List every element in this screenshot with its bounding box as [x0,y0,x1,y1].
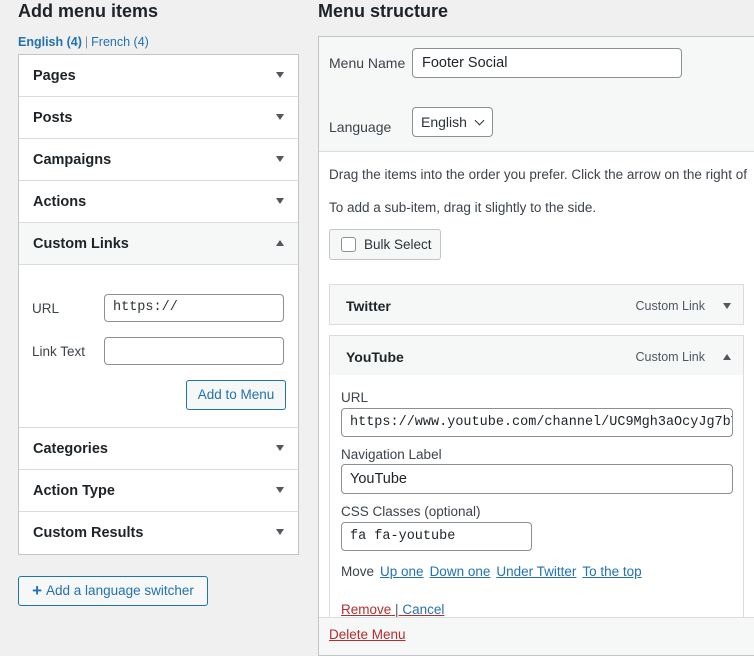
menu-name-input[interactable]: Footer Social [412,48,682,78]
language-select-value: English [421,114,467,130]
tab-french[interactable]: French (4) [91,35,149,49]
menu-name-label: Menu Name [329,55,406,71]
caret-down-icon [276,445,284,451]
move-label: Move [341,564,375,579]
accordion-custom-results-title: Custom Results [33,525,144,541]
caret-up-icon [276,240,284,246]
accordion-pages[interactable]: Pages [19,55,298,97]
bulk-select-checkbox[interactable] [341,237,356,252]
accordion-actions[interactable]: Actions [19,181,298,223]
menu-item-youtube[interactable]: YouTube Custom Link [329,335,744,376]
caret-down-icon [276,114,284,120]
caret-up-icon[interactable] [723,354,731,360]
caret-down-icon[interactable] [723,303,731,309]
accordion-custom-links-title: Custom Links [33,236,129,252]
custom-url-label: URL [32,301,60,316]
accordion-posts-title: Posts [33,110,73,126]
youtube-url-label: URL [341,390,369,405]
custom-links-body: URL https:// Link Text Add to Menu [19,265,298,428]
tab-separator: | [84,35,89,49]
menu-item-youtube-title: YouTube [346,349,404,365]
cancel-link[interactable]: Cancel [402,602,444,617]
caret-down-icon [276,156,284,162]
youtube-settings: URL https://www.youtube.com/channel/UC9M… [329,375,744,625]
menu-item-twitter[interactable]: Twitter Custom Link [329,284,744,325]
menu-items-accordion: Pages Posts Campaigns Actions Custom Lin… [18,54,299,555]
accordion-categories[interactable]: Categories [19,428,298,470]
menu-footer: Delete Menu [319,617,754,655]
caret-down-icon [276,487,284,493]
accordion-pages-title: Pages [33,68,76,84]
sub-item-instructions: To add a sub-item, drag it slightly to t… [329,200,597,215]
remove-link[interactable]: Remove [341,602,391,617]
add-language-switcher-label: Add a language switcher [46,583,194,598]
menu-structure-panel: Menu Name Footer Social Language English… [318,36,754,656]
tab-english[interactable]: English (4) [18,35,82,49]
chevron-down-icon [474,115,485,126]
remove-cancel-row: Remove | Cancel [341,602,444,617]
move-down-one-link[interactable]: Down one [430,564,491,579]
accordion-posts[interactable]: Posts [19,97,298,139]
caret-down-icon [276,529,284,535]
move-to-top-link[interactable]: To the top [582,564,641,579]
language-select[interactable]: English [412,107,493,137]
css-classes-label: CSS Classes (optional) [341,504,481,519]
move-under-twitter-link[interactable]: Under Twitter [496,564,576,579]
youtube-url-input[interactable]: https://www.youtube.com/channel/UC9Mgh3a… [341,408,733,437]
menu-structure-title: Menu structure [318,1,449,21]
link-text-input[interactable] [104,337,284,365]
bulk-select-button[interactable]: Bulk Select [329,229,441,260]
language-tabs: English (4) | French (4) [18,35,149,49]
menu-item-youtube-type: Custom Link [635,350,705,364]
menu-item-twitter-type: Custom Link [635,299,705,313]
caret-down-icon [276,198,284,204]
link-text-label: Link Text [32,344,86,359]
bulk-select-label: Bulk Select [364,237,432,252]
move-up-one-link[interactable]: Up one [380,564,424,579]
menu-item-twitter-title: Twitter [346,298,391,314]
accordion-categories-title: Categories [33,441,108,457]
move-row: Move Up one Down one Under Twitter To the to… [341,564,642,579]
add-menu-items-title: Add menu items [18,1,159,21]
accordion-action-type[interactable]: Action Type [19,470,298,512]
accordion-actions-title: Actions [33,194,87,210]
remove-separator: | [395,602,399,617]
add-language-switcher-button[interactable]: + Add a language switcher [18,576,208,606]
accordion-campaigns[interactable]: Campaigns [19,139,298,181]
accordion-custom-links[interactable]: Custom Links [19,223,298,265]
add-to-menu-button[interactable]: Add to Menu [186,380,286,410]
plus-icon: + [32,581,43,600]
accordion-campaigns-title: Campaigns [33,152,112,168]
menu-header: Menu Name Footer Social Language English [319,37,754,152]
accordion-custom-results[interactable]: Custom Results [19,512,298,554]
css-classes-input[interactable]: fa fa-youtube [341,522,532,551]
accordion-action-type-title: Action Type [33,483,115,499]
drag-instructions: Drag the items into the order you prefer… [329,167,747,182]
caret-down-icon [276,72,284,78]
navigation-label-input[interactable]: YouTube [341,464,733,494]
delete-menu-link[interactable]: Delete Menu [329,627,406,642]
language-label: Language [329,119,392,135]
custom-url-input[interactable]: https:// [104,294,284,322]
navigation-label-label: Navigation Label [341,447,442,462]
